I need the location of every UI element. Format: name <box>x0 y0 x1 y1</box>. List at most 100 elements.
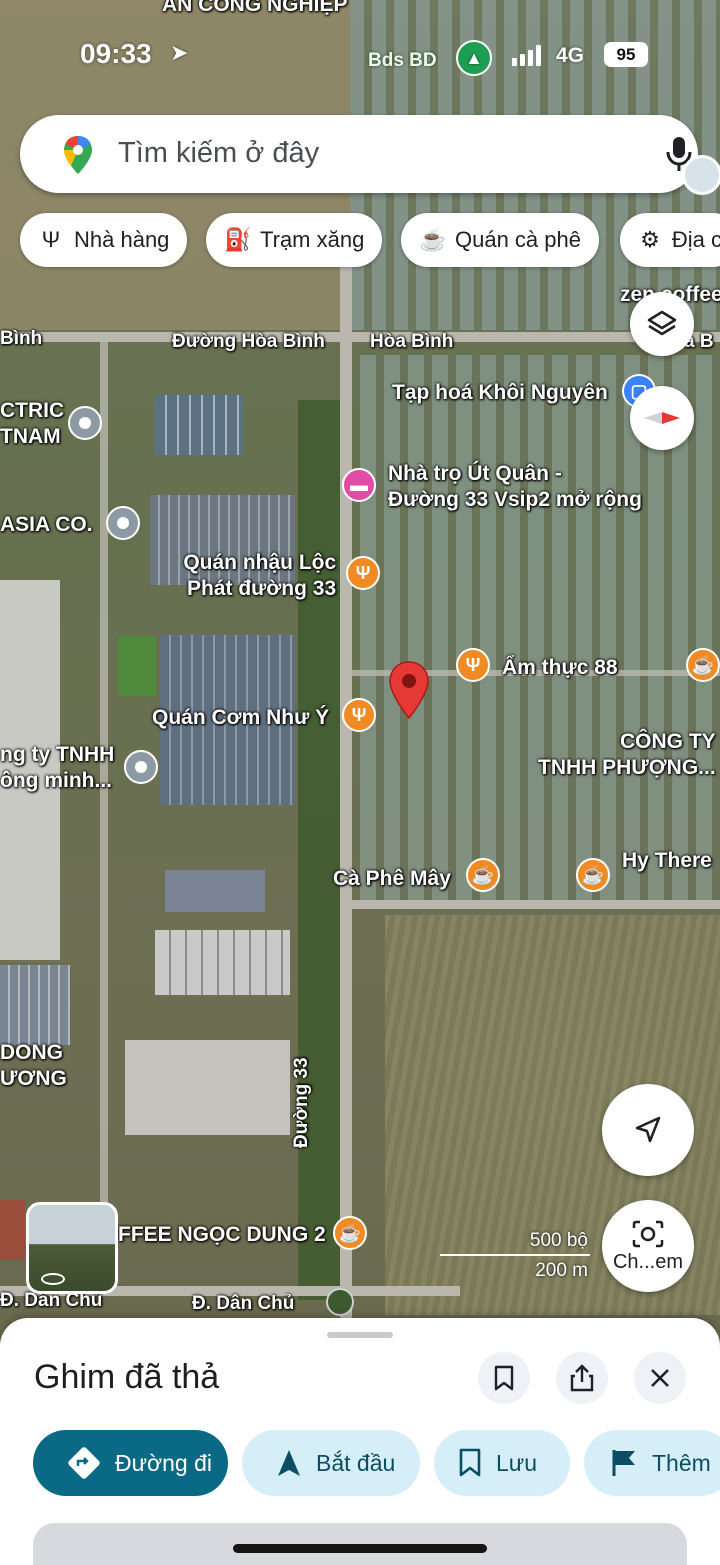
layers-button[interactable] <box>630 292 694 356</box>
restaurant-icon: Ψ <box>41 227 61 252</box>
factory-roof-8 <box>0 1200 25 1260</box>
scale-bar <box>440 1254 590 1256</box>
map-label-binh: Bình <box>0 328 43 349</box>
share-icon <box>570 1364 594 1392</box>
save-label: Lưu <box>496 1449 537 1476</box>
lens-label: Ch...em <box>612 1250 684 1273</box>
more-button[interactable]: Thêm <box>584 1430 720 1496</box>
chip-label: Quán cà phê <box>455 227 581 252</box>
map-label-ca-phe-may: Cà Phê Mây <box>333 867 451 890</box>
share-button[interactable] <box>556 1352 608 1404</box>
scale-metric: 200 m <box>535 1260 588 1281</box>
factory-roof-1 <box>155 395 243 455</box>
map-label-duong-33: Đường 33 <box>291 1057 312 1148</box>
coffee-icon[interactable]: ☕ <box>466 858 500 892</box>
map-label-cong-ty: CÔNG TY TNHH PHƯỢNG... <box>538 730 716 780</box>
bookmark-icon <box>459 1448 481 1477</box>
chip-label: Trạm xăng <box>260 227 365 252</box>
bookmark-icon <box>494 1365 514 1391</box>
map-label-duong-hoa-binh: Đường Hòa Bình <box>172 331 325 352</box>
map-label-top: ÁN CÔNG NGHIỆP <box>162 0 348 16</box>
category-chips: Ψ Nhà hàng ⛽ Trạm xăng ☕ Quán cà phê ⚙ Đ… <box>20 213 720 267</box>
more-label: Thêm <box>652 1449 711 1476</box>
layers-icon <box>647 310 677 336</box>
compass-icon <box>644 412 680 424</box>
camera-lens-icon <box>632 1220 664 1247</box>
factory-roof-4 <box>155 930 290 995</box>
search-bar[interactable]: Tìm kiếm ở đây <box>20 115 698 193</box>
sports-field <box>118 636 156 696</box>
network-type: 4G <box>556 44 585 67</box>
chip-label: Địa c <box>671 227 720 252</box>
signal-bars-icon <box>512 44 541 66</box>
restaurant-icon[interactable]: Ψ <box>342 698 376 732</box>
save-icon-button[interactable] <box>478 1352 530 1404</box>
compass-button[interactable] <box>630 386 694 450</box>
start-button[interactable]: Bắt đầu <box>242 1430 420 1496</box>
map-label-tap-hoa: Tạp hoá Khôi Nguyên <box>392 381 608 404</box>
my-location-button[interactable] <box>602 1084 694 1176</box>
location-arrow-icon: ➤ <box>170 40 189 65</box>
road-duong-33 <box>340 260 352 1340</box>
home-indicator[interactable] <box>233 1544 487 1553</box>
restaurant-icon[interactable]: Ψ <box>346 556 380 590</box>
map-label-am-thuc: Ẩm thực 88 <box>502 656 618 679</box>
close-icon <box>651 1369 669 1387</box>
map-label-ctric: CTRIC TNAM <box>0 399 65 449</box>
map-label-coffee-ngoc-dung: FFEE NGỌC DUNG 2 <box>118 1223 326 1246</box>
attraction-icon: ⚙ <box>640 227 660 252</box>
map-label-hy-there: Hy There <box>622 849 712 872</box>
navigation-arrow-icon <box>635 1116 661 1143</box>
coffee-icon[interactable]: ☕ <box>686 648 720 682</box>
roundabout-icon <box>326 1288 354 1316</box>
avatar[interactable] <box>682 155 720 195</box>
google-maps-logo-icon <box>64 136 92 174</box>
chip-restaurants[interactable]: Ψ Nhà hàng <box>20 213 188 267</box>
map-label-ty-tnhh: ng ty TNHH ông minh... <box>0 743 115 793</box>
place-title: Ghim đã thả <box>34 1358 220 1396</box>
directions-button[interactable]: Đường đi <box>33 1430 228 1496</box>
close-button[interactable] <box>634 1352 686 1404</box>
search-input[interactable]: Tìm kiếm ở đây <box>118 137 319 170</box>
coffee-icon[interactable]: ☕ <box>576 858 610 892</box>
status-bar: 09:33 ➤ Bds BD ▲ 4G 95 <box>0 30 720 76</box>
dropped-pin-icon[interactable] <box>387 660 431 722</box>
poi-pin-ty-tnhh[interactable] <box>124 750 158 784</box>
status-time: 09:33 <box>80 38 152 69</box>
map-label-hoa-binh: Hòa Bình <box>370 331 454 352</box>
navigation-arrow-icon <box>278 1450 300 1476</box>
factory-roof-7 <box>165 870 265 912</box>
sheet-drag-handle[interactable] <box>327 1332 393 1338</box>
road-hoa-binh <box>0 332 720 342</box>
street-view-360-icon <box>41 1273 65 1285</box>
lens-button[interactable]: Ch...em <box>602 1200 694 1292</box>
map-label-dong: DONG ƯƠNG <box>0 1041 67 1091</box>
chip-attractions[interactable]: ⚙ Địa c <box>620 213 720 267</box>
poi-pin-asia[interactable] <box>106 506 140 540</box>
place-actions: Đường đi Bắt đầu Lưu Thêm <box>33 1430 720 1496</box>
chip-coffee[interactable]: ☕ Quán cà phê <box>401 213 599 267</box>
save-button[interactable]: Lưu <box>434 1430 570 1496</box>
gas-station-icon: ⛽ <box>224 227 252 252</box>
map-label-dan-chu: Đ. Dân Chủ <box>192 1293 295 1314</box>
coffee-icon[interactable]: ☕ <box>333 1216 367 1250</box>
hotspot-label: Bds BD <box>368 50 437 71</box>
hotel-icon[interactable]: ▬ <box>342 468 376 502</box>
directions-icon <box>68 1447 100 1479</box>
chip-gas-stations[interactable]: ⛽ Trạm xăng <box>206 213 383 267</box>
road-vertical-left <box>100 340 108 1290</box>
street-view-thumbnail[interactable] <box>26 1202 118 1294</box>
restaurant-icon[interactable]: Ψ <box>456 648 490 682</box>
poi-pin-ctric[interactable] <box>68 406 102 440</box>
battery-indicator: 95 <box>604 42 648 67</box>
factory-roof-5 <box>125 1040 290 1135</box>
coffee-icon: ☕ <box>419 227 447 252</box>
map-label-asia: ASIA CO. <box>0 513 93 536</box>
road-horizontal-1 <box>350 900 720 909</box>
scale-imperial: 500 bộ <box>529 1230 588 1251</box>
map-scale: 500 bộ 200 m <box>440 1230 590 1281</box>
map-label-nha-tro: Nhà trọ Út Quân - Đường 33 Vsip2 mở rộng <box>388 462 642 512</box>
start-label: Bắt đầu <box>316 1449 396 1476</box>
directions-label: Đường đi <box>115 1449 212 1476</box>
place-bottom-sheet: Ghim đã thả Đường đi Bắt đầu Lưu Thêm <box>0 1318 720 1565</box>
